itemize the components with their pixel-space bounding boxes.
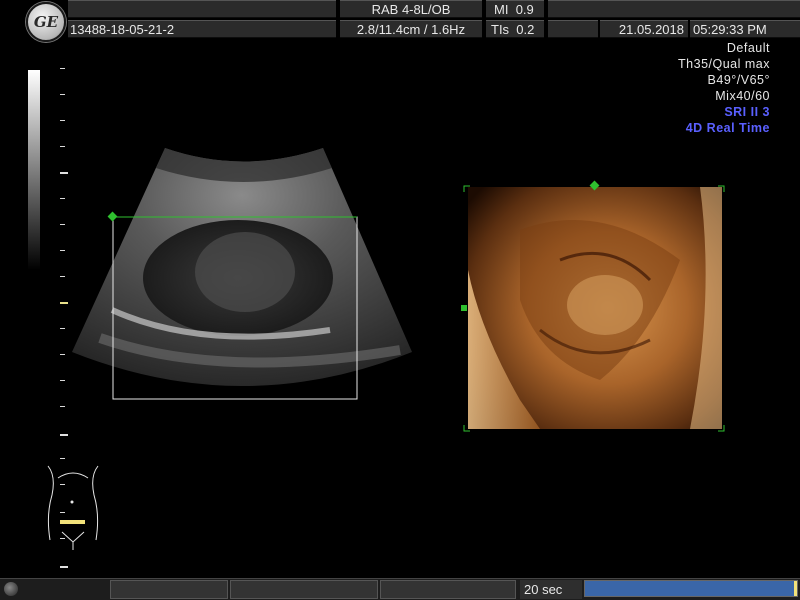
cine-progress-fill: [585, 581, 795, 596]
record-icon[interactable]: [4, 582, 18, 596]
bottom-tab-2[interactable]: [230, 580, 378, 599]
bottom-tab-1[interactable]: [110, 580, 228, 599]
bmode-image: [47, 148, 725, 550]
render-left-marker: [461, 305, 467, 311]
bottom-tab-3[interactable]: [380, 580, 516, 599]
cine-progress-bar[interactable]: [584, 580, 798, 597]
cine-progress-cursor[interactable]: [794, 581, 797, 596]
body-pictogram: [47, 465, 99, 550]
cine-duration: 20 sec: [520, 580, 582, 599]
probe-position-marker: [60, 520, 85, 524]
